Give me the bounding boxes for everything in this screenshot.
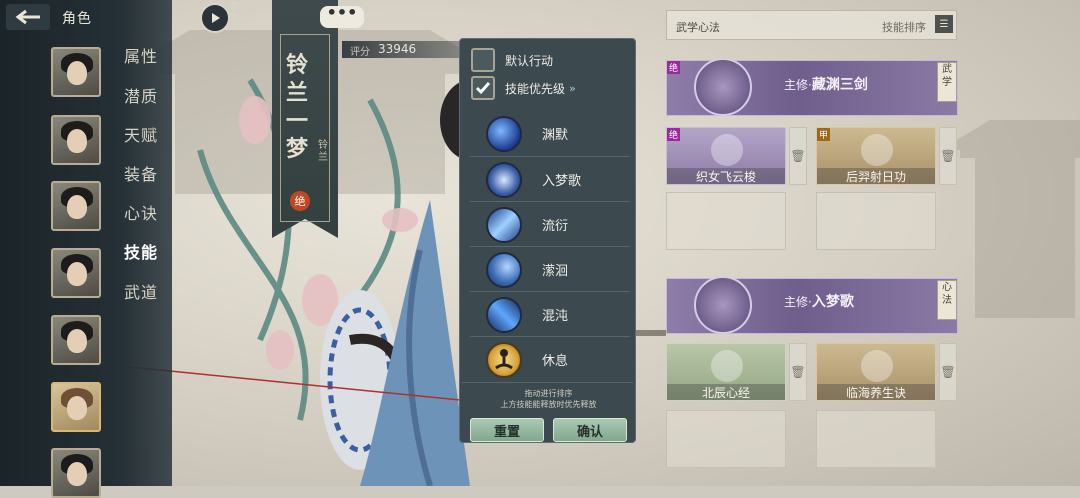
skill-row[interactable]: 入梦歌: [470, 156, 630, 202]
skill-name: 入梦歌: [542, 174, 582, 189]
trash-icon[interactable]: 🗑: [789, 343, 807, 401]
default-action-option[interactable]: 默认行动: [471, 47, 631, 73]
meditating-figure-icon: [861, 350, 893, 382]
skill-slot[interactable]: 临海养生诀: [816, 343, 936, 401]
empty-skill-slot[interactable]: [666, 410, 786, 468]
play-icon: [212, 13, 220, 23]
skill-slot[interactable]: 北辰心经: [666, 343, 786, 401]
character-avatar[interactable]: [51, 47, 101, 97]
sort-icon[interactable]: ☰: [935, 15, 953, 33]
popup-divider: [462, 382, 633, 383]
menu-item-attributes[interactable]: 属性: [124, 43, 158, 67]
skill-row[interactable]: 渊默: [470, 111, 630, 156]
character-subname: 铃兰: [318, 140, 328, 163]
trash-icon[interactable]: 🗑: [789, 127, 807, 185]
reset-button[interactable]: 重置: [470, 418, 544, 442]
empty-skill-slot[interactable]: [816, 192, 936, 250]
trash-icon[interactable]: 🗑: [939, 127, 957, 185]
main-skill-name: 藏渊三剑: [811, 77, 868, 93]
top-bar: 角色 教学: [0, 0, 260, 34]
main-prefix: 主修·: [784, 78, 812, 92]
empty-skill-slot[interactable]: [666, 192, 786, 250]
menu-item-talent[interactable]: 天赋: [124, 122, 158, 146]
character-avatar[interactable]: [51, 448, 101, 498]
main-skill-label: 主修·藏渊三剑: [784, 74, 868, 94]
menu-item-potential[interactable]: 潜质: [124, 83, 158, 107]
default-action-label: 默认行动: [505, 53, 554, 68]
chat-bubble-icon[interactable]: •••: [320, 5, 364, 28]
tutorial-button[interactable]: [200, 3, 230, 33]
character-avatar[interactable]: [51, 115, 101, 165]
skill-priority-label: 技能优先级: [505, 81, 566, 96]
menu-item-skills[interactable]: 技能: [124, 239, 158, 263]
back-button[interactable]: [6, 4, 50, 30]
rarity-badge: 甲: [817, 128, 831, 141]
slot-name: 织女飞云梭: [667, 168, 785, 184]
slot-name: 临海养生诀: [817, 384, 935, 400]
skill-row[interactable]: 潆洄: [470, 246, 630, 292]
category-tag: 心法: [937, 280, 957, 320]
main-skill-name: 入梦歌: [811, 294, 854, 310]
skill-priority-popup: 默认行动 技能优先级 » 渊默 入梦歌 流衍 潆洄 混沌 休息 拖动进行排序 上…: [459, 38, 636, 443]
menu-item-mental-art[interactable]: 心诀: [124, 200, 158, 224]
score-value: 33946: [378, 42, 417, 56]
rarity-badge: 绝: [667, 128, 681, 141]
character-avatar[interactable]: [51, 248, 101, 298]
tutorial-label: 教学: [230, 2, 240, 23]
skill-row[interactable]: 流衍: [470, 201, 630, 247]
character-avatar[interactable]: [51, 181, 101, 231]
skill-slot[interactable]: 甲 后羿射日功: [816, 127, 936, 185]
page-title: 角色: [62, 11, 92, 27]
skill-figure-icon: [711, 134, 743, 166]
skill-name: 休息: [542, 354, 569, 369]
skill-name: 混沌: [542, 309, 569, 324]
slot-name: 北辰心经: [667, 384, 785, 400]
skill-priority-checkbox[interactable]: [471, 76, 495, 100]
skill-slot[interactable]: 绝 织女飞云梭: [666, 127, 786, 185]
skill-name: 流衍: [542, 219, 569, 234]
main-skill-label: 主修·入梦歌: [784, 291, 854, 311]
skill-name: 渊默: [542, 128, 569, 143]
skill-row[interactable]: 混沌: [470, 291, 630, 337]
score-label: 评分: [350, 47, 370, 58]
trash-icon[interactable]: 🗑: [939, 343, 957, 401]
swirl-blue-icon: [486, 115, 522, 152]
water-ripple-icon: [486, 251, 522, 288]
meditation-icon: [486, 341, 522, 378]
meditating-figure-icon: [711, 350, 743, 382]
character-avatar[interactable]: [51, 315, 101, 365]
menu-item-martial-path[interactable]: 武道: [124, 279, 158, 303]
checkmark-icon: [475, 82, 491, 95]
slot-name: 后羿射日功: [817, 168, 935, 184]
priority-hint: 上方技能能释放时优先释放: [500, 400, 597, 409]
blade-slash-icon: [486, 206, 522, 243]
rarity-badge: 绝: [290, 191, 310, 211]
drag-hint: 拖动进行排序: [524, 389, 573, 398]
skill-row[interactable]: 休息: [470, 336, 630, 382]
martial-emblem-icon: [694, 58, 752, 116]
blade-strike-icon: [486, 296, 522, 333]
category-tag: 武学: [937, 62, 957, 102]
character-name: 铃兰一梦: [286, 53, 309, 162]
skill-priority-option[interactable]: 技能优先级 »: [471, 75, 631, 101]
main-prefix: 主修·: [784, 295, 812, 309]
meditation-figure: [495, 348, 513, 369]
double-chevron-right-icon: »: [569, 81, 576, 95]
dancer-silhouette-icon: [486, 161, 522, 198]
empty-skill-slot[interactable]: [816, 410, 936, 468]
confirm-button[interactable]: 确认: [553, 418, 627, 442]
default-action-checkbox[interactable]: [471, 48, 495, 72]
character-avatar-selected[interactable]: [51, 382, 101, 432]
skill-name: 潆洄: [542, 264, 569, 279]
meditation-emblem-icon: [694, 276, 752, 334]
archer-icon: [861, 134, 893, 166]
section-title: 武学心法: [676, 21, 720, 34]
rarity-badge: 绝: [667, 61, 681, 74]
back-arrow-icon: [15, 9, 40, 25]
skill-sort-label[interactable]: 技能排序: [882, 19, 926, 35]
menu-item-equipment[interactable]: 装备: [124, 161, 158, 185]
